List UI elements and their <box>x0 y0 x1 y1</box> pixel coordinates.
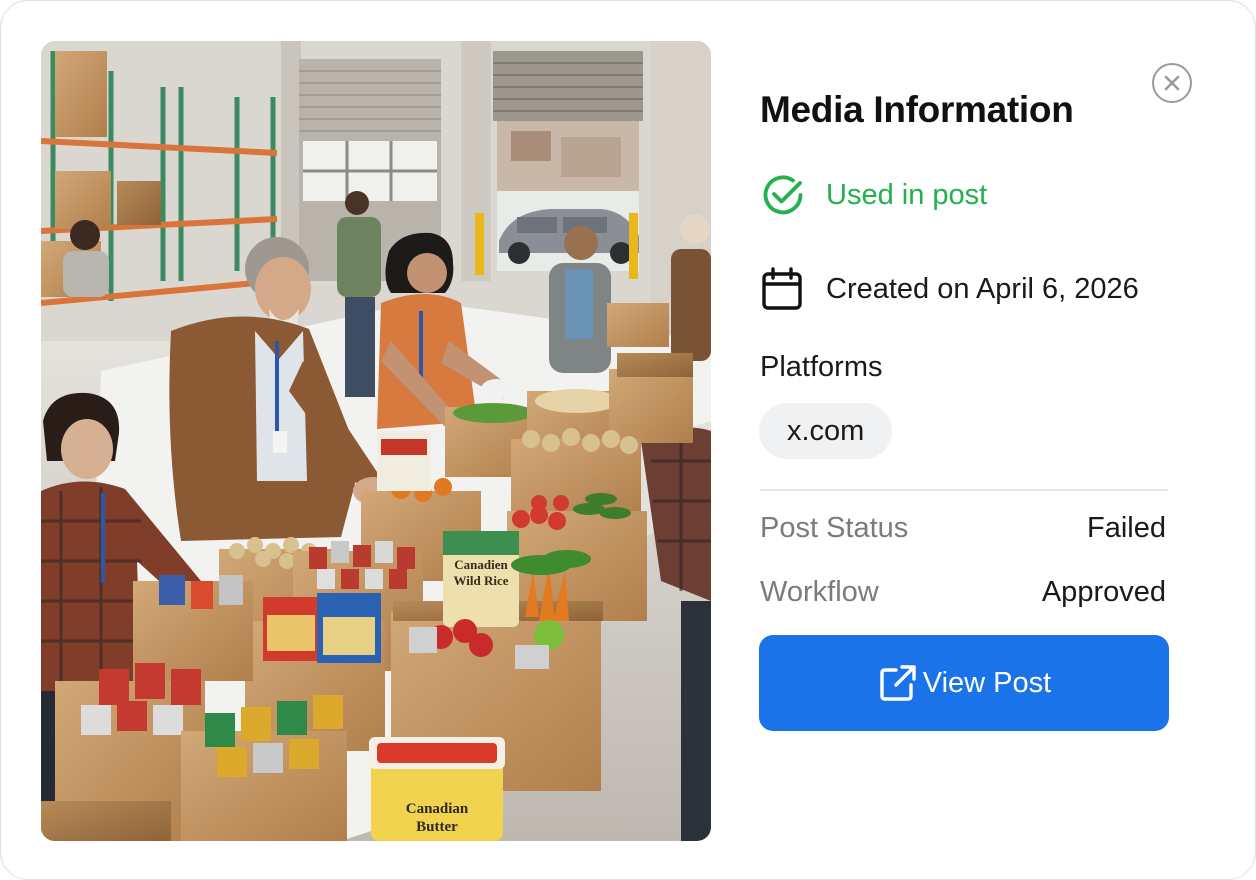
butter-label-line1: Canadian <box>406 801 469 817</box>
panel-title: Media Information <box>760 89 1074 130</box>
usage-status-label: Used in post <box>826 178 988 211</box>
view-post-button[interactable]: View Post <box>759 635 1169 731</box>
check-circle-icon <box>760 172 806 218</box>
platforms-heading: Platforms <box>760 351 883 383</box>
divider <box>760 489 1168 491</box>
media-image: Canadien Wild Rice Canadian Butter <box>41 41 711 841</box>
platform-chip: x.com <box>759 403 893 459</box>
post-status-label: Post Status <box>760 512 909 544</box>
butter-label-line2: Butter <box>416 819 458 835</box>
post-status-value: Failed <box>1087 512 1166 544</box>
media-info-card: Canadien Wild Rice Canadian Butter Media… <box>0 0 1256 880</box>
view-post-label: View Post <box>922 666 1052 699</box>
external-link-icon <box>877 662 919 704</box>
rice-label-line1: Canadien <box>454 557 508 572</box>
created-date: Created on April 6, 2026 <box>760 265 1139 313</box>
workflow-label: Workflow <box>760 576 879 608</box>
calendar-icon <box>760 266 804 312</box>
usage-status: Used in post <box>760 171 987 219</box>
close-icon <box>1163 74 1181 92</box>
close-button[interactable] <box>1152 63 1192 103</box>
created-date-label: Created on April 6, 2026 <box>826 272 1139 305</box>
workflow-value: Approved <box>1041 576 1166 608</box>
rice-label-line2: Wild Rice <box>453 573 508 588</box>
